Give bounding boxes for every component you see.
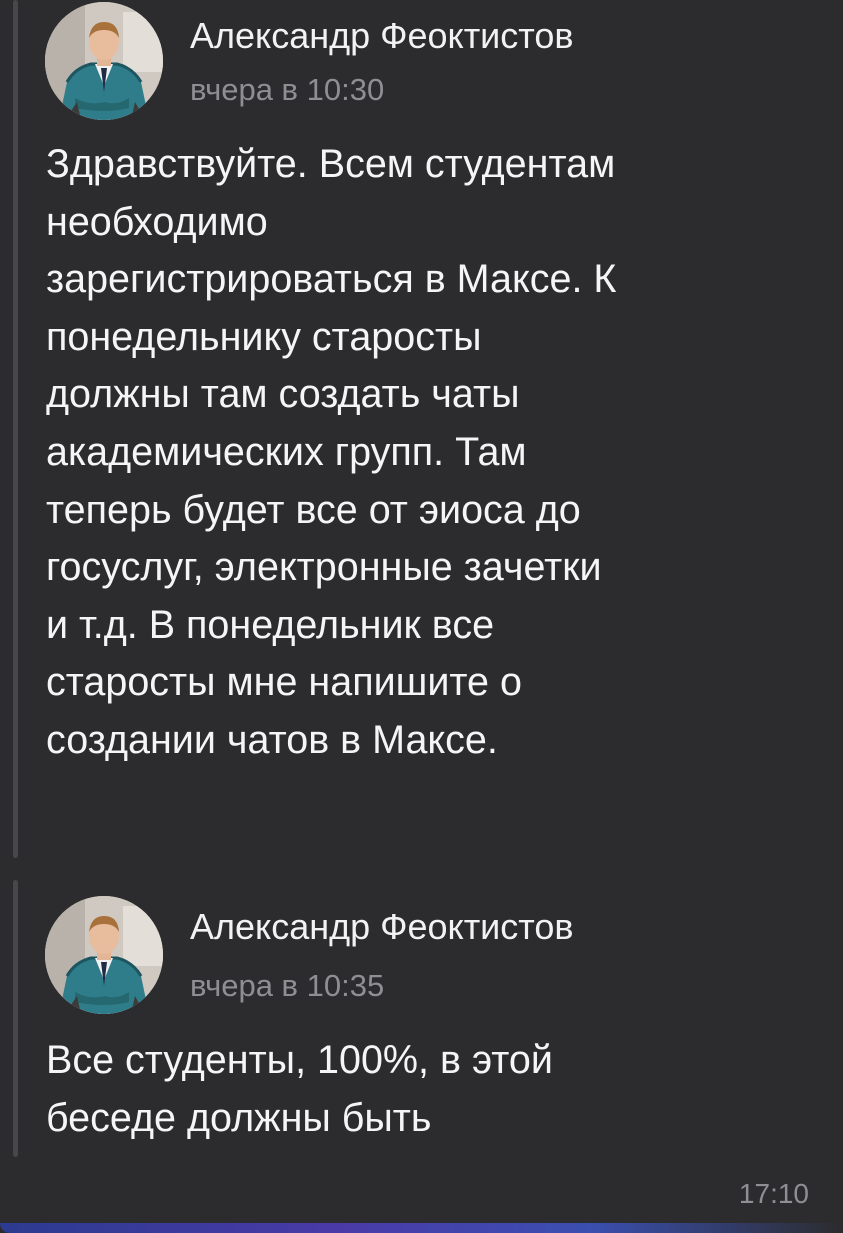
author-avatar[interactable] — [45, 2, 163, 120]
person-photo-avatar-icon — [45, 896, 163, 1014]
forwarded-message-bubble: Александр Феоктистов вчера в 10:30 Здрав… — [0, 0, 843, 1233]
message-timestamp: 17:10 — [738, 1178, 809, 1209]
quote-bar — [13, 880, 18, 1157]
author-name[interactable]: Александр Феоктистов — [190, 16, 574, 56]
quote-bar — [13, 0, 18, 858]
wallpaper-edge — [0, 1223, 843, 1233]
person-photo-avatar-icon — [45, 2, 163, 120]
post-time: вчера в 10:30 — [190, 72, 385, 107]
post-time: вчера в 10:35 — [190, 968, 385, 1003]
author-name[interactable]: Александр Феоктистов — [190, 907, 574, 947]
author-avatar[interactable] — [45, 896, 163, 1014]
message-text: Здравствуйте. Всем студентам необходимо … — [46, 142, 617, 762]
message-text: Все студенты, 100%, в этой беседе должны… — [46, 1038, 553, 1140]
